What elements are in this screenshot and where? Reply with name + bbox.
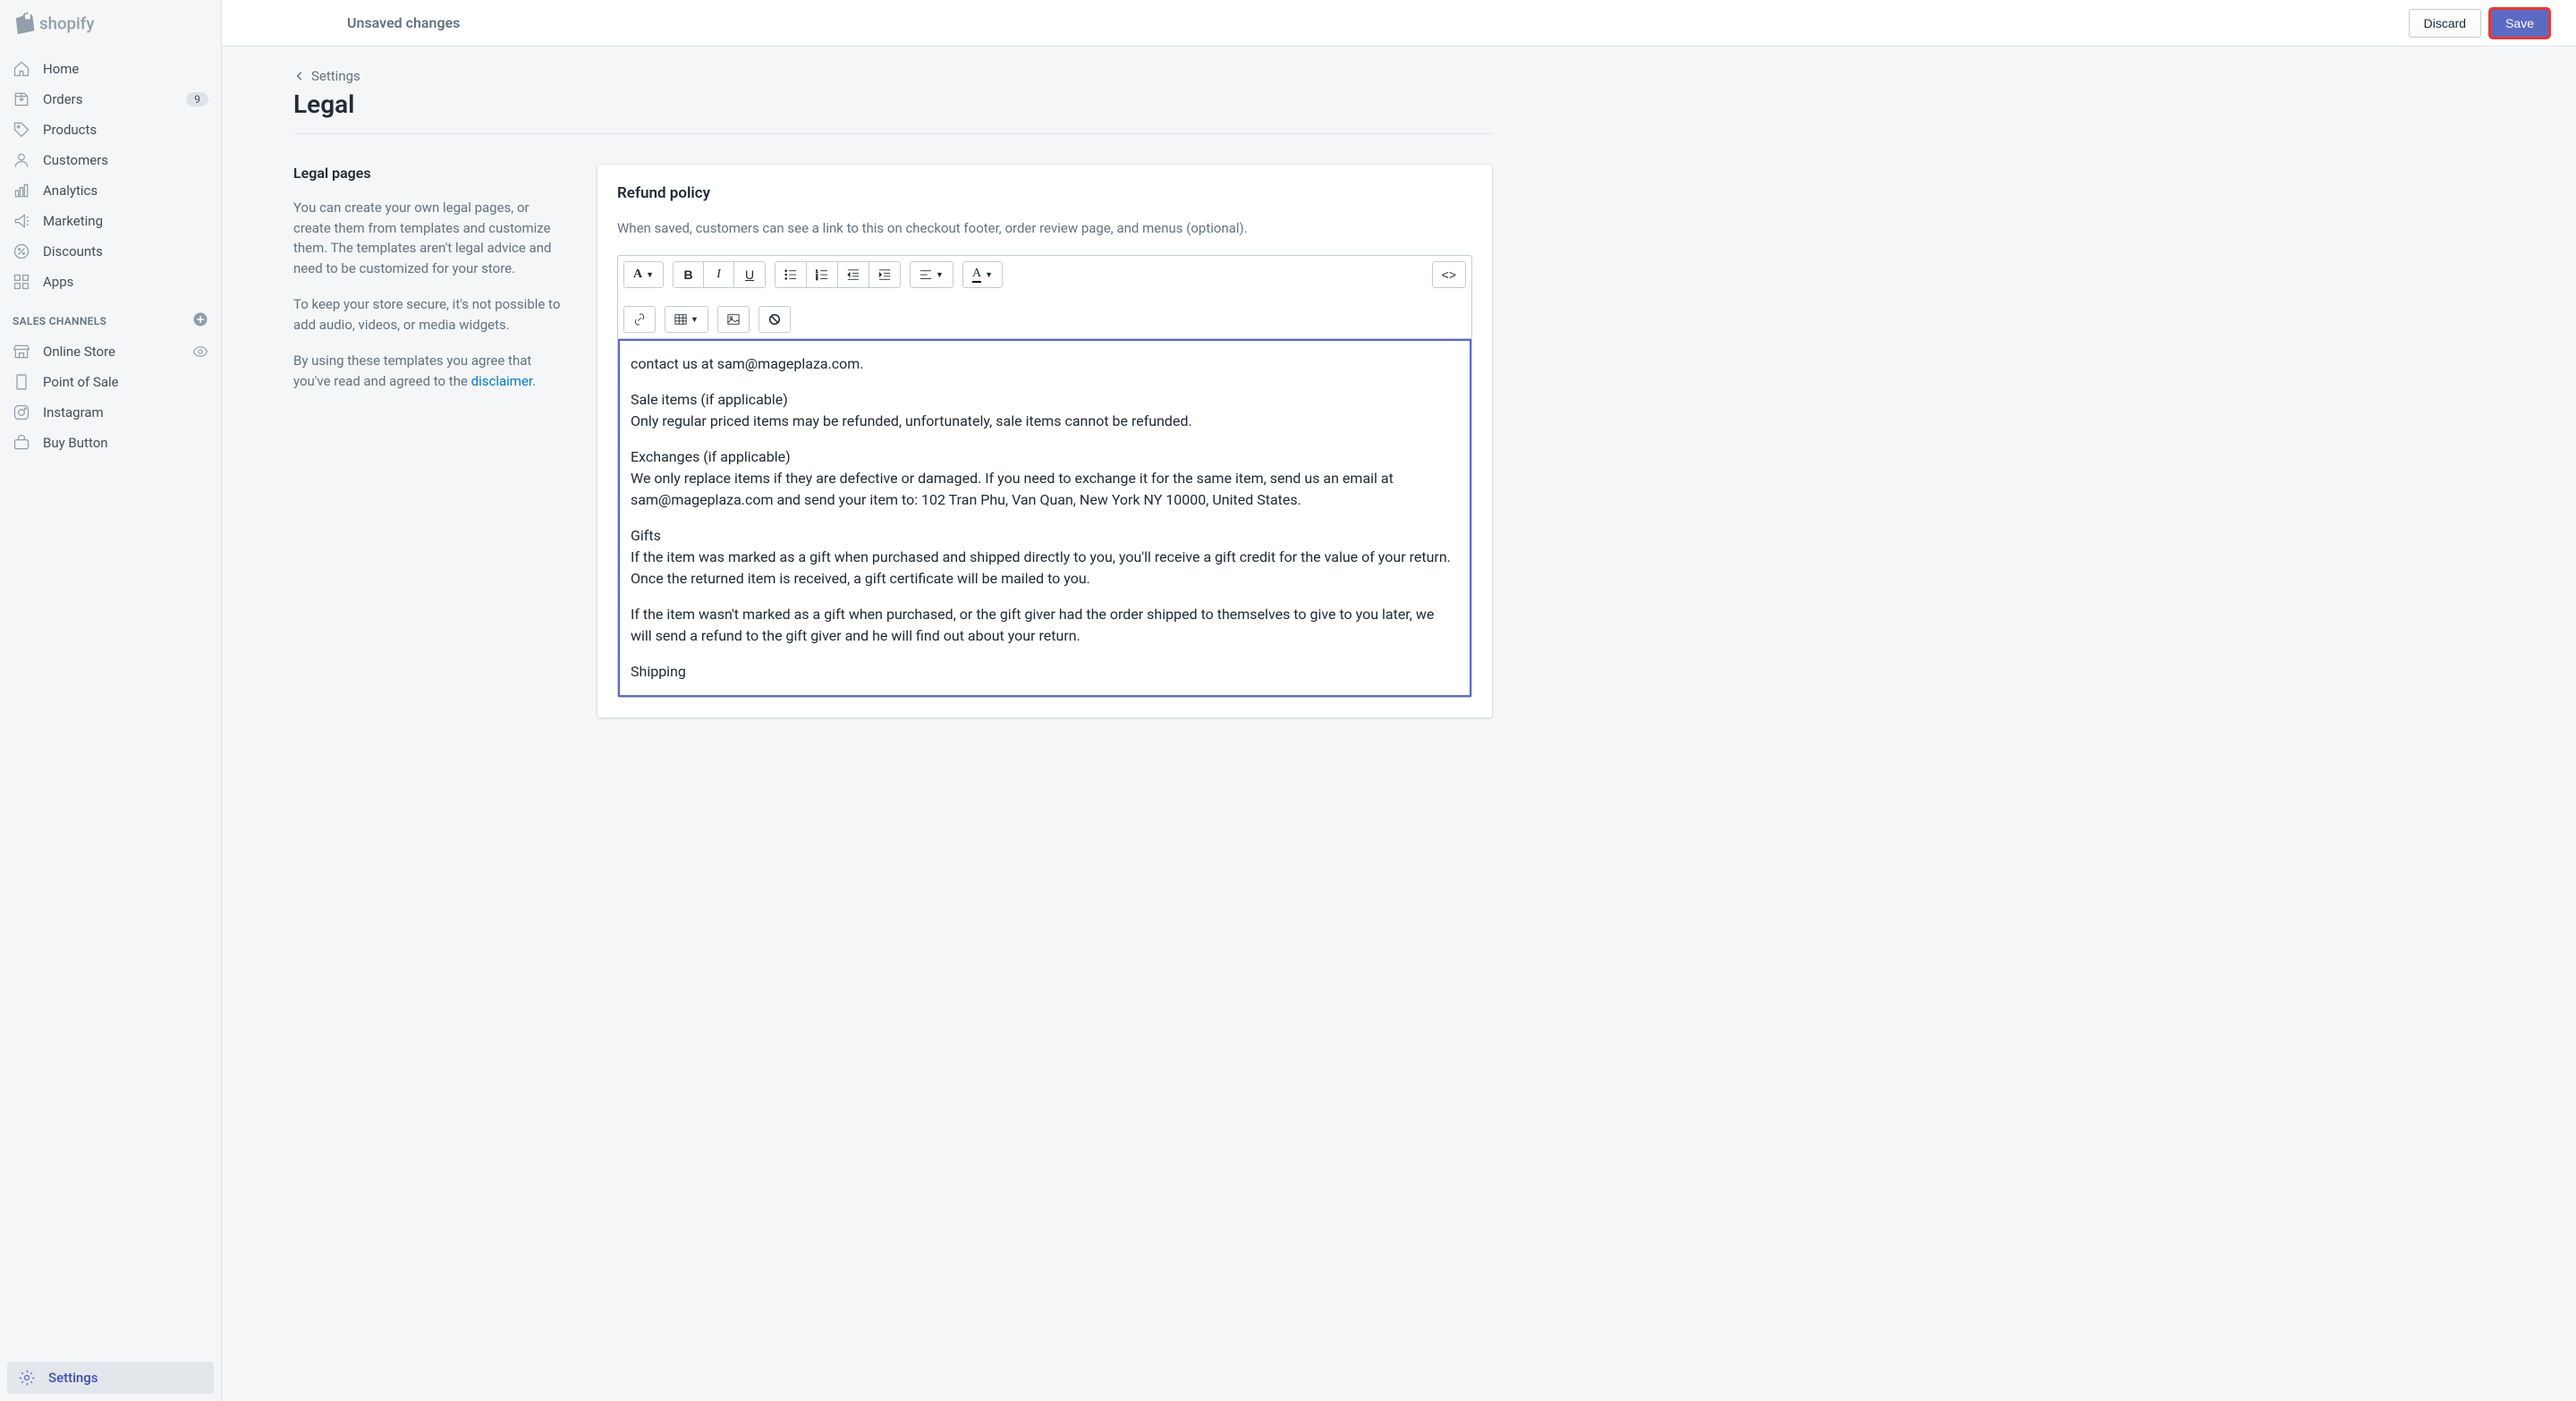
legal-desc-2: To keep your store secure, it's not poss… [293,294,562,335]
format-dropdown[interactable]: A▼ [624,262,663,287]
sidebar-item-home[interactable]: Home [0,54,221,84]
sidebar-item-label: Marketing [43,213,103,229]
topbar: shopify Unsaved changes Discard Save [0,0,2576,47]
chevron-left-icon [293,70,306,82]
breadcrumb-label: Settings [311,68,360,84]
customers-icon [13,151,30,169]
sidebar-item-analytics[interactable]: Analytics [0,175,221,206]
sidebar-item-instagram[interactable]: Instagram [0,397,221,428]
analytics-icon [13,182,30,200]
bullet-list-button[interactable] [775,262,807,287]
refund-policy-textarea[interactable]: contact us at sam@mageplaza.com. Sale it… [618,339,1471,697]
shopify-logo[interactable]: shopify [0,0,222,47]
pos-icon [13,373,30,391]
sidebar-item-label: Point of Sale [43,374,119,390]
apps-icon [13,273,30,291]
products-icon [13,121,30,139]
buy-button-icon [13,434,30,452]
sidebar-item-products[interactable]: Products [0,115,221,145]
sidebar-item-label: Products [43,122,97,138]
discounts-icon [13,242,30,260]
refund-policy-subtitle: When saved, customers can see a link to … [617,218,1472,239]
svg-text:shopify: shopify [39,13,95,33]
table-dropdown[interactable]: ▼ [665,307,708,332]
svg-text:3: 3 [816,276,818,281]
bold-button[interactable]: B [674,262,704,287]
home-icon [13,60,30,78]
sidebar-item-label: Home [43,61,79,77]
sidebar-item-online-store[interactable]: Online Store [0,336,221,367]
text-color-dropdown[interactable]: A▼ [963,262,1002,287]
sidebar-item-customers[interactable]: Customers [0,145,221,175]
indent-button[interactable] [869,262,900,287]
sidebar-item-label: Buy Button [43,435,108,451]
discard-button[interactable]: Discard [2409,9,2481,38]
breadcrumb[interactable]: Settings [293,68,1492,84]
italic-button[interactable]: I [704,262,734,287]
divider [293,133,1492,134]
legal-desc-3: By using these templates you agree that … [293,351,562,391]
sidebar: Home Orders 9 Products Customers Analyti… [0,47,222,1401]
sidebar-item-discounts[interactable]: Discounts [0,236,221,267]
align-dropdown[interactable]: ▼ [911,262,953,287]
sidebar-item-label: Orders [43,91,83,107]
shopify-logo-icon: shopify [14,11,114,36]
disclaimer-link[interactable]: disclaimer [471,373,532,389]
store-icon [13,343,30,361]
sidebar-item-orders[interactable]: Orders 9 [0,84,221,115]
numbered-list-button[interactable]: 123 [807,262,838,287]
marketing-icon [13,212,30,230]
sidebar-item-buy-button[interactable]: Buy Button [0,428,221,458]
sidebar-item-label: Discounts [43,243,103,259]
sidebar-item-pos[interactable]: Point of Sale [0,367,221,397]
link-button[interactable] [624,307,655,332]
instagram-icon [13,403,30,421]
refund-policy-title: Refund policy [617,184,1472,202]
sidebar-item-label: Instagram [43,404,104,420]
main-content: Settings Legal Legal pages You can creat… [222,47,1563,1401]
image-button[interactable] [718,307,749,332]
clear-formatting-button[interactable] [759,307,790,332]
legal-desc-1: You can create your own legal pages, or … [293,198,562,278]
sidebar-item-marketing[interactable]: Marketing [0,206,221,236]
underline-button[interactable]: U [734,262,765,287]
sidebar-item-settings[interactable]: Settings [7,1362,214,1394]
add-channel-icon[interactable] [192,311,208,331]
topbar-actions: Discard Save [2409,9,2576,38]
view-store-icon[interactable] [192,344,208,360]
outdent-button[interactable] [838,262,869,287]
sidebar-item-label: Apps [43,274,73,290]
sidebar-item-label: Settings [48,1370,98,1386]
orders-icon [13,90,30,108]
editor-toolbar: A▼ B I U 123 [618,256,1471,339]
unsaved-changes-text: Unsaved changes [222,14,2409,31]
save-button[interactable]: Save [2490,9,2549,38]
sales-channels-header: SALES CHANNELS [0,297,221,336]
page-title: Legal [293,89,1492,119]
html-button[interactable]: <> [1433,262,1465,287]
gear-icon [18,1369,36,1387]
sidebar-item-label: Customers [43,152,108,168]
refund-policy-card: Refund policy When saved, customers can … [597,165,1492,717]
sidebar-item-label: Analytics [43,183,97,199]
sales-channels-title: SALES CHANNELS [13,315,106,327]
orders-badge: 9 [186,92,208,106]
rich-text-editor: A▼ B I U 123 [617,255,1472,698]
sidebar-item-apps[interactable]: Apps [0,267,221,297]
sidebar-item-label: Online Store [43,344,115,360]
legal-pages-description: Legal pages You can create your own lega… [293,165,562,717]
legal-pages-heading: Legal pages [293,165,562,182]
